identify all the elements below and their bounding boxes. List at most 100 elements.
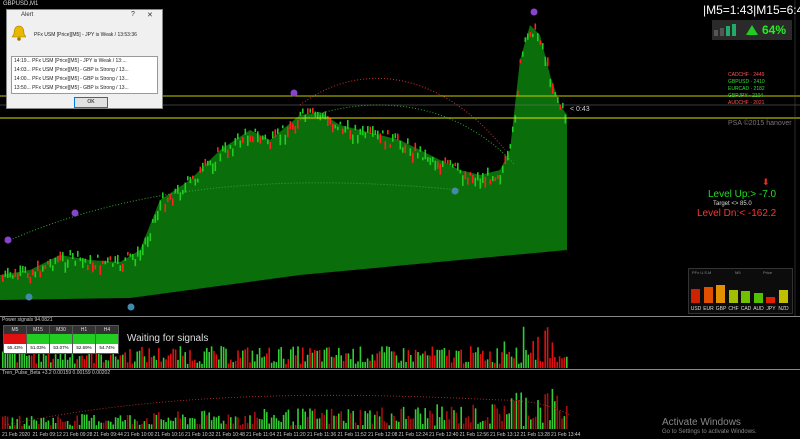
signal-circle [451, 187, 459, 195]
candle [394, 133, 397, 139]
candle [49, 259, 52, 268]
power-bar [275, 362, 278, 368]
help-button[interactable]: ? [131, 11, 135, 18]
pulse-bar [551, 388, 554, 429]
candle [104, 260, 107, 265]
timeframe-signal [4, 334, 26, 344]
pulse-bar [98, 421, 100, 429]
candle [307, 108, 309, 115]
power-bar [316, 350, 318, 368]
pulse-bar [518, 400, 520, 429]
pulse-bar [525, 397, 527, 429]
time-tick: 21 Feb 10:00 [124, 432, 154, 438]
pulse-bar [455, 412, 458, 429]
strength-bar [716, 284, 725, 303]
list-item[interactable]: 14:03... PFx USM [Price][M5] - GBP is St… [14, 67, 129, 73]
candle [199, 166, 202, 173]
alert-dialog[interactable]: Alert ? ✕ PFx USM [Price][M5] - JPY is W… [6, 9, 163, 109]
candle [297, 120, 299, 129]
time-tick: 21 Feb 11:52 [337, 432, 367, 438]
power-bar [198, 361, 201, 368]
power-bar [62, 359, 64, 368]
power-bar [345, 353, 347, 368]
candle [382, 130, 384, 134]
alert-history-list[interactable]: 14:19... PFx USM [Price][M5] - JPY is We… [11, 56, 158, 94]
candle [557, 97, 559, 103]
candle [164, 203, 167, 213]
candle [387, 130, 389, 135]
candle [22, 266, 24, 273]
candle [554, 92, 557, 96]
power-bar [177, 359, 179, 368]
candle [179, 192, 182, 201]
currency-label: AUD [753, 306, 764, 312]
pulse-bar [539, 407, 542, 429]
candle [377, 130, 379, 140]
candle [289, 121, 292, 130]
list-item[interactable]: 14:00... PFx USM [Price][M5] - GBP is St… [14, 76, 129, 82]
power-bar [513, 358, 515, 368]
pulse-bar [436, 404, 438, 429]
power-bar [261, 357, 263, 368]
power-bar [515, 347, 518, 368]
candle [407, 138, 409, 144]
candle [319, 114, 322, 121]
pulse-bar [508, 413, 510, 429]
pulse-bar [30, 416, 33, 429]
power-bar [2, 351, 4, 368]
timeframe-signal [73, 334, 95, 344]
candle [484, 176, 487, 188]
candle [404, 144, 407, 154]
candle [489, 179, 492, 185]
pulse-bar [465, 417, 467, 429]
candle [264, 134, 267, 140]
candle [202, 162, 204, 172]
currency-strength-panel: PFx U.S.M M5 Price USD EUR GBP CHF CAD AUD JPY… [688, 268, 793, 314]
power-signals-histogram[interactable] [0, 317, 800, 369]
pulse-bar [52, 417, 54, 429]
activate-windows-subtitle[interactable]: Go to Settings to activate Windows. [662, 429, 757, 435]
power-bar [285, 363, 287, 368]
timeframe-signal [27, 334, 49, 344]
pulse-bar [203, 410, 206, 429]
candle [12, 275, 14, 279]
pulse-bar [167, 417, 170, 429]
power-bar [184, 352, 186, 368]
price-countdown: < 0:43 [570, 106, 590, 113]
candle [262, 135, 264, 140]
pulse-bar [515, 392, 518, 429]
power-bar [566, 356, 568, 368]
candle [14, 268, 17, 278]
pulse-bar [479, 422, 482, 429]
pulse-bar [498, 414, 501, 429]
signal-circle [530, 8, 538, 16]
timeframe-name: M15 [27, 326, 49, 334]
power-bar [498, 363, 501, 368]
list-item[interactable]: 14:19... PFx USM [Price][M5] - JPY is We… [14, 58, 127, 64]
power-bar [251, 350, 254, 368]
power-bar [506, 354, 508, 368]
power-bar [162, 357, 165, 368]
candle [287, 126, 289, 138]
activate-windows-title[interactable]: Activate Windows [662, 417, 741, 428]
list-item[interactable]: 13:50... PFx USM [Price][M5] - GBP is St… [14, 85, 129, 91]
power-bar [299, 363, 302, 368]
pulse-bar [40, 418, 42, 429]
candle [294, 125, 297, 134]
ok-button[interactable]: OK [74, 97, 108, 108]
pulse-bar [158, 412, 160, 429]
candle [27, 272, 29, 279]
candle [107, 257, 109, 263]
candle [19, 265, 22, 276]
strength-col-tf: M5 [735, 270, 741, 275]
power-bar [426, 355, 429, 368]
power-bar [534, 359, 537, 368]
pulse-bar [434, 425, 436, 429]
close-button[interactable]: ✕ [147, 11, 153, 19]
power-bar [71, 352, 74, 368]
candle [89, 255, 92, 264]
candle [219, 153, 222, 162]
time-tick: 21 Feb 13:12 [490, 432, 520, 438]
pulse-bar [270, 417, 273, 429]
candle [279, 134, 282, 146]
